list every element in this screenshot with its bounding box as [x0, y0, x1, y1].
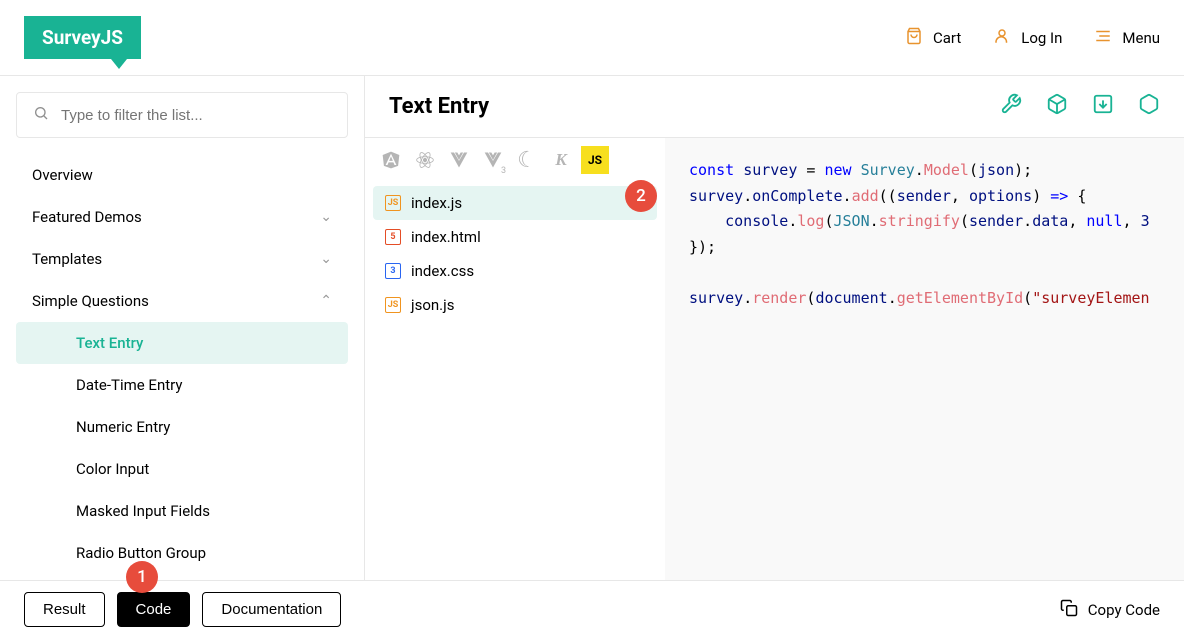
file-index-js-label: index.js [411, 194, 462, 212]
file-index-js[interactable]: JS index.js [373, 186, 657, 220]
nav-datetime-entry[interactable]: Date-Time Entry [16, 364, 348, 406]
file-list: JS index.js 5 index.html 3 index.css JS … [365, 182, 665, 326]
nav-simple-questions[interactable]: Simple Questions ⌃ [0, 280, 364, 322]
cart-icon [905, 27, 923, 49]
package-icon[interactable] [1138, 93, 1160, 120]
framework-react[interactable] [411, 146, 439, 174]
code-button[interactable]: Code [117, 592, 191, 627]
nav-numeric-entry[interactable]: Numeric Entry [16, 406, 348, 448]
menu-label: Menu [1122, 29, 1160, 47]
cart-label: Cart [933, 29, 961, 47]
menu-icon [1094, 27, 1112, 49]
file-index-html-label: index.html [411, 228, 481, 246]
nav-simple-questions-label: Simple Questions [32, 292, 149, 310]
html-file-icon: 5 [385, 229, 401, 245]
nav-color-input[interactable]: Color Input [16, 448, 348, 490]
main: Overview Featured Demos ⌄ Templates ⌄ Si… [0, 76, 1184, 580]
code-panel: const survey = new Survey.Model(json); s… [665, 138, 1184, 580]
nav-section: Overview Featured Demos ⌄ Templates ⌄ Si… [0, 154, 364, 580]
file-index-css[interactable]: 3 index.css [373, 254, 657, 288]
wrench-icon[interactable] [1000, 93, 1022, 120]
content-actions [1000, 93, 1160, 120]
framework-tabs: 3 ☾ K JS 2 [365, 138, 665, 182]
copy-icon [1060, 599, 1078, 621]
cart-link[interactable]: Cart [905, 27, 961, 49]
framework-vue[interactable] [445, 146, 473, 174]
nav-text-entry[interactable]: Text Entry [16, 322, 348, 364]
header-right: Cart Log In Menu [905, 27, 1160, 49]
copy-code-button[interactable]: Copy Code [1060, 599, 1160, 621]
content-header: Text Entry [365, 76, 1184, 138]
nav-featured-demos[interactable]: Featured Demos ⌄ [0, 196, 364, 238]
annotation-badge-1: 1 [126, 561, 158, 593]
bottom-left: Result Code Documentation [24, 592, 341, 627]
documentation-button[interactable]: Documentation [202, 592, 341, 627]
framework-jquery[interactable]: ☾ [513, 146, 541, 174]
chevron-down-icon: ⌄ [320, 209, 332, 225]
nav-radio-button[interactable]: Radio Button Group [16, 532, 348, 574]
logo[interactable]: SurveyJS [24, 16, 141, 59]
copy-code-label: Copy Code [1088, 601, 1160, 619]
sidebar: Overview Featured Demos ⌄ Templates ⌄ Si… [0, 76, 365, 580]
content: Text Entry [365, 76, 1184, 580]
codesandbox-icon[interactable] [1046, 93, 1068, 120]
js-file-icon: JS [385, 195, 401, 211]
search-icon [33, 105, 49, 125]
nav-overview[interactable]: Overview [0, 154, 364, 196]
login-link[interactable]: Log In [993, 27, 1062, 49]
framework-knockout[interactable]: K [547, 146, 575, 174]
download-icon[interactable] [1092, 93, 1114, 120]
file-panel: 3 ☾ K JS 2 JS index.js 5 index.html [365, 138, 665, 580]
file-index-html[interactable]: 5 index.html [373, 220, 657, 254]
menu-link[interactable]: Menu [1094, 27, 1160, 49]
result-button[interactable]: Result [24, 592, 105, 627]
file-index-css-label: index.css [411, 262, 474, 280]
js-file-icon: JS [385, 297, 401, 313]
nav-masked-input[interactable]: Masked Input Fields [16, 490, 348, 532]
header: SurveyJS Cart Log In Menu [0, 0, 1184, 76]
search-input[interactable] [61, 107, 331, 124]
search-box[interactable] [16, 92, 348, 138]
file-json-js[interactable]: JS json.js [373, 288, 657, 322]
framework-vue3[interactable]: 3 [479, 146, 507, 174]
nav-templates-label: Templates [32, 250, 102, 268]
user-icon [993, 27, 1011, 49]
content-title: Text Entry [389, 94, 489, 119]
file-json-js-label: json.js [411, 296, 454, 314]
framework-angular[interactable] [377, 146, 405, 174]
css-file-icon: 3 [385, 263, 401, 279]
nav-templates[interactable]: Templates ⌄ [0, 238, 364, 280]
content-body: 3 ☾ K JS 2 JS index.js 5 index.html [365, 138, 1184, 580]
login-label: Log In [1021, 29, 1062, 47]
chevron-up-icon: ⌃ [320, 293, 332, 309]
annotation-badge-2: 2 [625, 180, 657, 212]
nav-featured-demos-label: Featured Demos [32, 208, 142, 226]
framework-js[interactable]: JS [581, 146, 609, 174]
bottom-bar: 1 Result Code Documentation Copy Code [0, 580, 1184, 638]
chevron-down-icon: ⌄ [320, 251, 332, 267]
